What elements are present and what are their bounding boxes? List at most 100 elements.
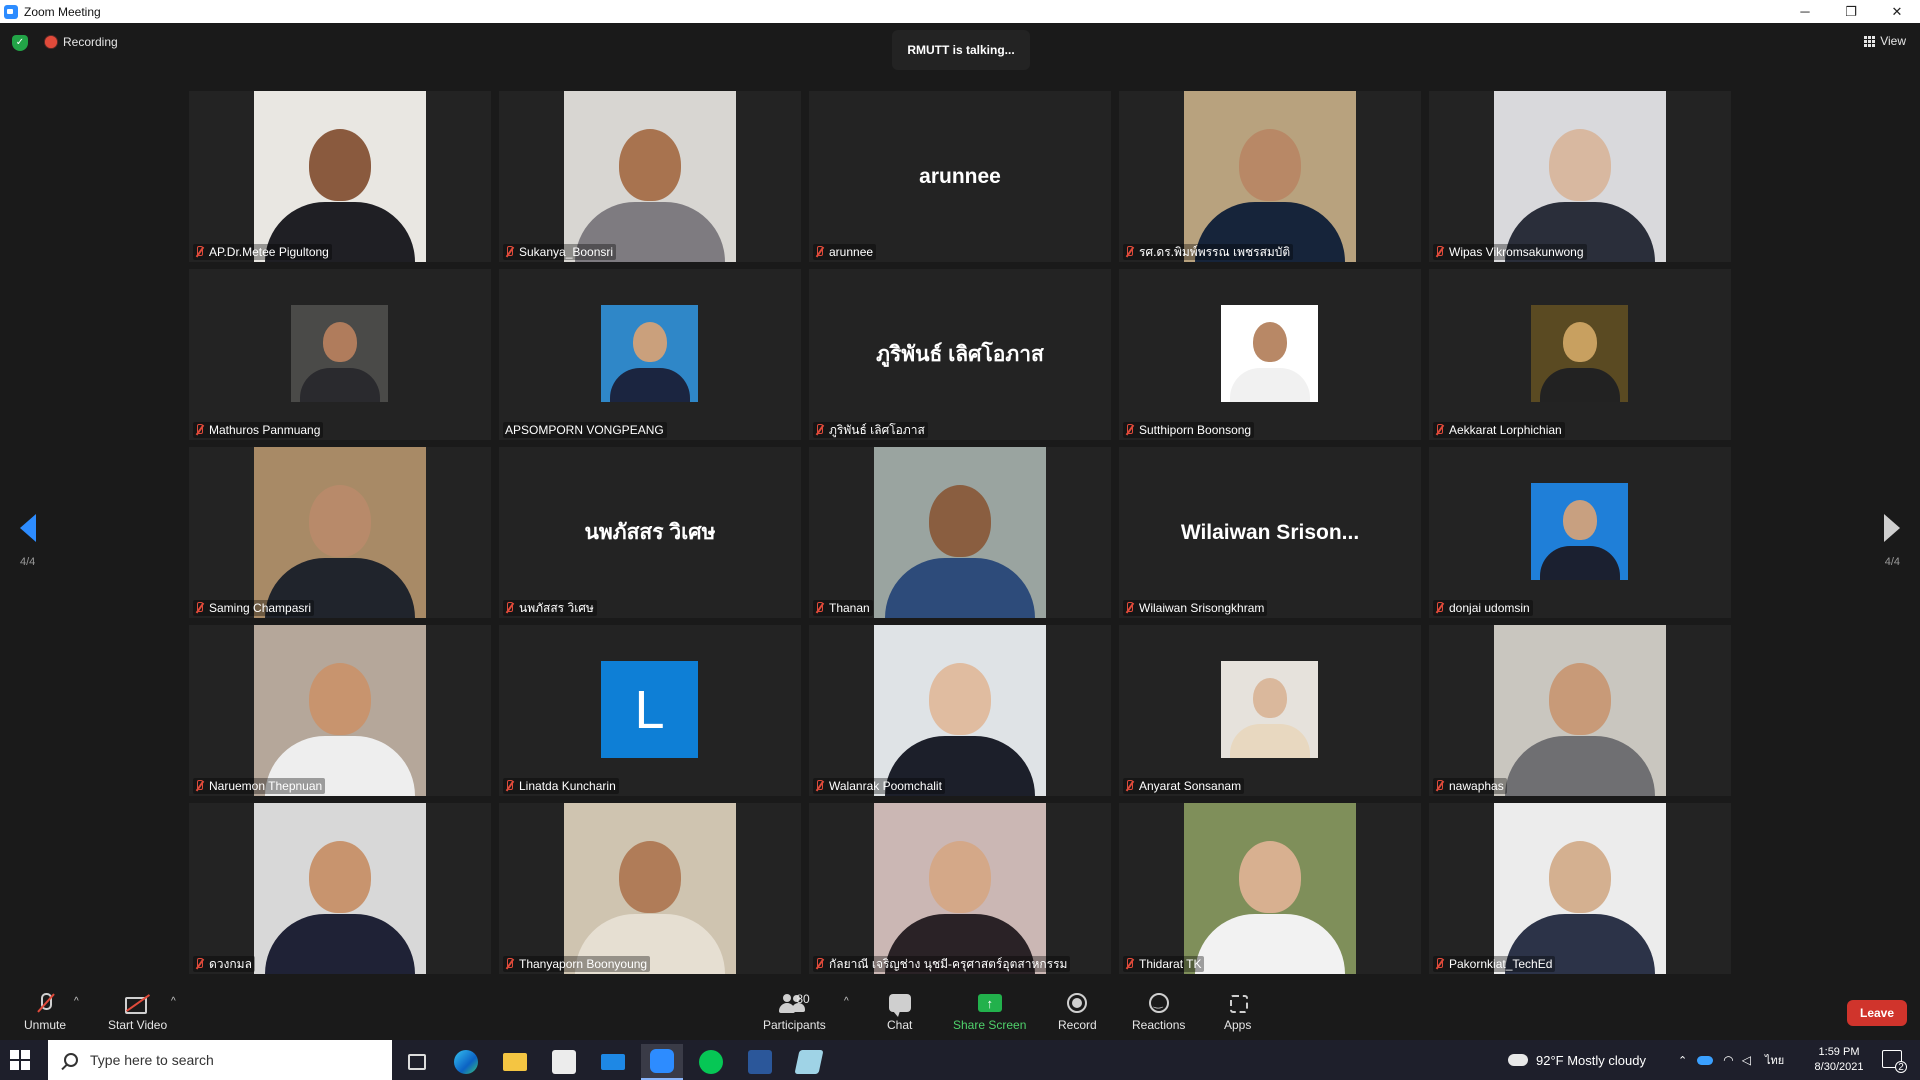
next-page-arrow-icon[interactable] (1880, 514, 1900, 542)
muted-mic-icon (1433, 601, 1445, 615)
video-tile[interactable]: Saming Champasri (189, 447, 491, 618)
audio-options-caret[interactable]: ^ (74, 996, 79, 1007)
muted-mic-icon (1433, 423, 1445, 437)
participant-name-tag: รศ.ดร.พิมพ์พรรณ เพชรสมบัติ (1123, 244, 1294, 260)
video-tile[interactable]: ดวงกมล (189, 803, 491, 974)
participant-name: Sukanya_Boonsri (519, 245, 614, 259)
notification-count: 2 (1895, 1061, 1907, 1073)
mail-icon[interactable] (592, 1044, 634, 1080)
video-tile[interactable]: donjai udomsin (1429, 447, 1731, 618)
muted-mic-icon (1123, 601, 1135, 615)
previous-page-arrow-icon[interactable] (20, 514, 40, 542)
notification-center-icon[interactable]: 2 (1882, 1050, 1907, 1073)
page-indicator-left: 4/4 (20, 556, 36, 568)
volume-icon[interactable]: ◁ (1742, 1053, 1751, 1067)
muted-mic-icon (1433, 245, 1445, 259)
view-button[interactable]: View (1864, 34, 1906, 48)
weather-widget[interactable]: 92°F Mostly cloudy (1508, 1040, 1646, 1080)
participant-display-name: ภูริพันธ์ เลิศโอภาส (876, 343, 1044, 366)
participant-name-tag: Thanyaporn Boonyoung (503, 956, 651, 972)
video-tile[interactable]: Thidarat TK (1119, 803, 1421, 974)
taskbar-search[interactable] (48, 1040, 392, 1080)
video-tile[interactable]: AP.Dr.Metee Pigultong (189, 91, 491, 262)
reactions-label: Reactions (1132, 1018, 1186, 1032)
taskbar-clock[interactable]: 1:59 PM 8/30/2021 (1808, 1045, 1870, 1075)
input-language[interactable]: ไทย (1765, 1051, 1784, 1069)
zoom-taskbar-icon[interactable] (641, 1044, 683, 1080)
start-video-button[interactable]: Start Video (108, 992, 167, 1032)
video-tile[interactable]: Mathuros Panmuang (189, 269, 491, 440)
windows-start-icon[interactable] (10, 1050, 30, 1070)
view-label: View (1880, 34, 1906, 48)
participant-photo (1184, 91, 1356, 262)
video-tile[interactable]: Aekkarat Lorphichian (1429, 269, 1731, 440)
participant-photo (254, 625, 426, 796)
reactions-button[interactable]: Reactions (1132, 992, 1185, 1032)
video-tile[interactable]: Pakornkiat_TechEd (1429, 803, 1731, 974)
wifi-icon[interactable]: ◠ (1723, 1053, 1733, 1067)
participant-name-tag: Sukanya_Boonsri (503, 244, 617, 260)
onedrive-icon[interactable] (1697, 1055, 1714, 1065)
video-tile[interactable]: arunnee arunnee (809, 91, 1111, 262)
video-tile[interactable]: Thanan (809, 447, 1111, 618)
video-tile[interactable]: รศ.ดร.พิมพ์พรรณ เพชรสมบัติ (1119, 91, 1421, 262)
chat-button[interactable]: Chat (887, 992, 912, 1032)
video-tile[interactable]: Thanyaporn Boonyoung (499, 803, 801, 974)
file-explorer-icon[interactable] (494, 1044, 536, 1080)
start-video-label: Start Video (108, 1018, 168, 1032)
participant-photo (1494, 91, 1666, 262)
microsoft-store-icon[interactable] (543, 1044, 585, 1080)
video-tile[interactable]: ภูริพันธ์ เลิศโอภาส ภูริพันธ์ เลิศโอภาส (809, 269, 1111, 440)
participants-label: Participants (763, 1018, 826, 1032)
participant-name: Linatda Kuncharin (519, 779, 616, 793)
participants-options-caret[interactable]: ^ (844, 996, 849, 1007)
video-tile[interactable]: Wilaiwan Srison... Wilaiwan Srisongkhram (1119, 447, 1421, 618)
participant-name-tag: Naruemon Thepnuan (193, 778, 326, 794)
participant-name-tag: APSOMPORN VONGPEANG (503, 422, 667, 438)
video-tile[interactable]: Wipas Vikromsakunwong (1429, 91, 1731, 262)
windows-taskbar: 92°F Mostly cloudy ⌃ ◠ ◁ ไทย 1:59 PM 8/3… (0, 1040, 1920, 1080)
video-tile[interactable]: L Linatda Kuncharin (499, 625, 801, 796)
clock-time: 1:59 PM (1818, 1046, 1860, 1058)
participants-button[interactable]: 80 Participants (763, 992, 826, 1032)
video-tile[interactable]: กัลยาณี เจริญช่าง นุชมี-ครุศาสตร์อุตสาหก… (809, 803, 1111, 974)
participant-letter-avatar: L (601, 661, 698, 758)
edge-browser-icon[interactable] (445, 1044, 487, 1080)
recording-indicator[interactable]: Recording (45, 35, 118, 49)
leave-button[interactable]: Leave (1847, 1000, 1907, 1026)
task-view-icon[interactable] (396, 1044, 438, 1080)
restore-button[interactable]: ❐ (1828, 0, 1874, 23)
unmute-button[interactable]: Unmute (24, 992, 66, 1032)
muted-mic-icon (1433, 779, 1445, 793)
cloud-icon (1508, 1054, 1528, 1066)
minimize-button[interactable]: ─ (1782, 0, 1828, 23)
video-tile[interactable]: APSOMPORN VONGPEANG (499, 269, 801, 440)
participant-name: Thidarat TK (1139, 957, 1202, 971)
notes-app-icon[interactable] (788, 1044, 830, 1080)
record-button[interactable]: Record (1058, 992, 1097, 1032)
record-icon (1067, 993, 1088, 1013)
video-tile[interactable]: Sutthiporn Boonsong (1119, 269, 1421, 440)
video-tile[interactable]: Walanrak Poomchalit (809, 625, 1111, 796)
participant-name: ดวงกมล (209, 956, 252, 971)
muted-mic-icon (813, 423, 825, 437)
share-screen-button[interactable]: ↑ Share Screen (953, 992, 1026, 1032)
apps-button[interactable]: Apps (1224, 992, 1251, 1032)
video-options-caret[interactable]: ^ (171, 996, 176, 1007)
video-tile[interactable]: นพภัสสร วิเศษ นพภัสสร วิเศษ (499, 447, 801, 618)
line-app-icon[interactable] (690, 1044, 732, 1080)
participant-name: ภูริพันธ์ เลิศโอภาส (829, 422, 925, 437)
tray-chevron-icon[interactable]: ⌃ (1678, 1054, 1687, 1067)
video-tile[interactable]: nawaphas (1429, 625, 1731, 796)
video-tile[interactable]: Anyarat Sonsanam (1119, 625, 1421, 796)
word-app-icon[interactable] (739, 1044, 781, 1080)
taskbar-search-input[interactable] (90, 1052, 380, 1068)
video-tile[interactable]: Sukanya_Boonsri (499, 91, 801, 262)
participant-name-tag: Wipas Vikromsakunwong (1433, 244, 1587, 260)
close-button[interactable]: ✕ (1874, 0, 1920, 23)
participant-name: Walanrak Poomchalit (829, 779, 942, 793)
security-shield-icon[interactable]: ✓ (12, 35, 28, 51)
participant-name-tag: Sutthiporn Boonsong (1123, 422, 1255, 438)
video-tile[interactable]: Naruemon Thepnuan (189, 625, 491, 796)
participant-name-tag: AP.Dr.Metee Pigultong (193, 244, 332, 260)
